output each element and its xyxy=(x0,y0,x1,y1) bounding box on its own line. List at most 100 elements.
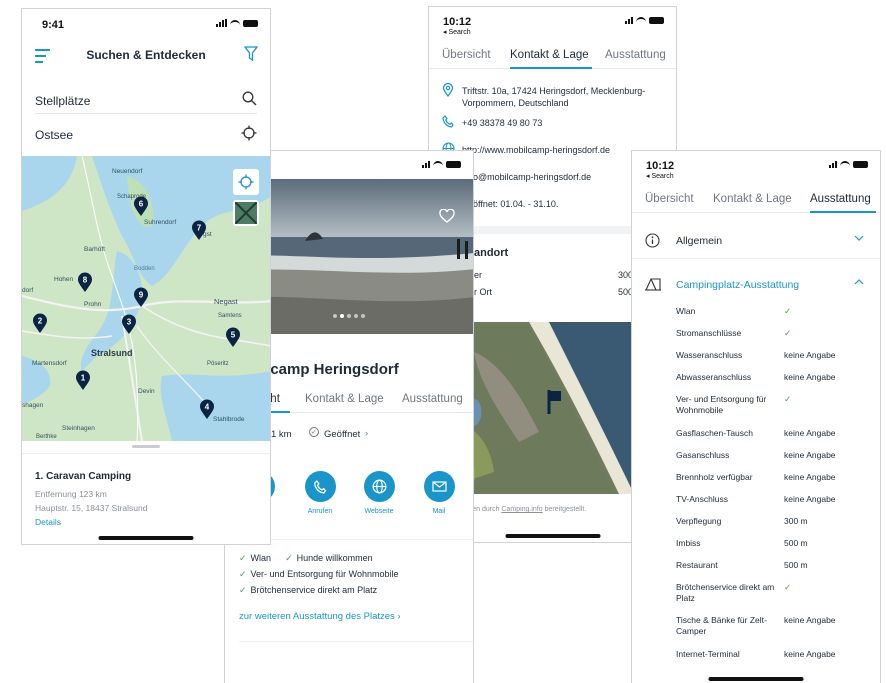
details-link[interactable]: Details xyxy=(35,517,61,527)
map-marker[interactable]: 2 xyxy=(32,313,48,339)
status-bar: 10:12 ◂ Search xyxy=(632,151,880,180)
svg-text:9: 9 xyxy=(139,291,144,300)
battery-icon xyxy=(649,17,664,24)
status-icons xyxy=(422,161,461,168)
phone-icon xyxy=(313,479,327,494)
map-marker[interactable]: 4 xyxy=(199,399,215,425)
map-pin-icon[interactable] xyxy=(547,390,563,419)
map-label: Samtens xyxy=(218,313,242,319)
map-view[interactable]: Neuendorf Schaprode Suhrendorf Barhöft H… xyxy=(22,156,270,441)
nav-bar: Suchen & Entdecken xyxy=(22,41,270,71)
satellite-layer-icon xyxy=(235,202,257,224)
map-marker[interactable]: 7 xyxy=(191,220,207,246)
website-button[interactable]: Webseite xyxy=(354,471,404,515)
chevron-right-icon: › xyxy=(365,428,369,439)
location-input[interactable]: Ostsee xyxy=(35,120,257,148)
tab-contact[interactable]: Kontakt & Lage xyxy=(713,193,792,205)
phone-icon xyxy=(442,115,454,128)
feature-row: ✓ Brötchenservice direkt am Platz xyxy=(239,585,398,601)
wifi-icon xyxy=(840,161,850,168)
tab-amenities[interactable]: Ausstattung xyxy=(402,393,463,405)
map-label: Neuendorf xyxy=(112,168,143,175)
feature-item: ✓ Wlan xyxy=(239,553,272,563)
filter-icon[interactable] xyxy=(244,46,258,62)
map-marker[interactable]: 3 xyxy=(121,314,137,340)
battery-icon xyxy=(853,161,868,168)
map-label: Pöseritz xyxy=(207,361,229,367)
wifi-icon xyxy=(636,17,646,24)
signal-icon xyxy=(216,19,227,27)
signal-icon xyxy=(422,161,430,168)
tab-amenities[interactable]: Ausstattung xyxy=(605,49,666,61)
back-to-search-link[interactable]: ◂ Search xyxy=(443,28,471,36)
detail-tabs: Übersicht Kontakt & Lage Ausstattung xyxy=(632,187,880,213)
search-screen: 9:41 Suchen & Entdecken Stellplätze Osts… xyxy=(21,8,271,545)
accordion-campsite-label: Campingplatz-Ausstattung xyxy=(676,279,800,291)
distance-row-label: r Ort xyxy=(474,287,492,297)
feature-item: ✓ Brötchenservice direkt am Platz xyxy=(239,585,378,595)
photo-pager-dots xyxy=(333,314,365,318)
camping-info-link[interactable]: Camping.info xyxy=(501,506,542,513)
tab-overview[interactable]: Übersicht xyxy=(645,193,694,205)
svg-text:8: 8 xyxy=(83,276,88,285)
crosshair-icon[interactable] xyxy=(241,125,257,141)
map-label: Barhöft xyxy=(84,246,105,253)
accordion-general[interactable]: Allgemein xyxy=(632,223,880,259)
address-row[interactable]: Triftstr. 10a, 17424 Heringsdorf, Meckle… xyxy=(442,83,666,113)
tab-overview[interactable]: Übersicht xyxy=(442,49,491,61)
battery-icon xyxy=(243,20,258,27)
chevron-right-icon: › xyxy=(397,611,401,622)
feature-row: ✓ Ver- und Entsorgung für Wohnmobile xyxy=(239,569,398,585)
status-time: 10:12 xyxy=(646,160,675,172)
address-text: Triftstr. 10a, 17424 Heringsdorf, Meckle… xyxy=(462,86,646,108)
active-tab-indicator xyxy=(810,211,876,213)
sheet-grabber[interactable] xyxy=(132,445,160,448)
wifi-icon xyxy=(433,161,443,168)
accordion-campsite-amenities[interactable]: Campingplatz-Ausstattung xyxy=(632,267,880,303)
tab-contact[interactable]: Kontakt & Lage xyxy=(510,49,589,61)
more-amenities-link[interactable]: zur weiteren Ausstattung des Platzes › xyxy=(239,611,401,622)
home-indicator xyxy=(708,677,804,681)
map-marker[interactable]: 9 xyxy=(133,287,149,313)
mail-button[interactable]: Mail xyxy=(414,471,464,515)
map-label: shagen xyxy=(22,402,44,409)
map-label: dorf xyxy=(22,287,34,294)
tab-amenities[interactable]: Ausstattung xyxy=(810,193,871,205)
home-indicator xyxy=(98,536,194,540)
status-icons xyxy=(829,161,868,168)
map-label: Prohn xyxy=(84,301,102,308)
phone-text: +49 38378 49 80 73 xyxy=(462,118,543,128)
svg-text:6: 6 xyxy=(139,200,144,209)
status-icons xyxy=(216,19,258,27)
result-title[interactable]: 1. Caravan Camping xyxy=(35,471,131,482)
map-marker[interactable]: 5 xyxy=(225,327,241,353)
data-credit: rden durch Camping.info bereitgestellt. xyxy=(466,506,587,513)
tab-contact[interactable]: Kontakt & Lage xyxy=(305,393,384,405)
search-icon[interactable] xyxy=(242,91,257,106)
result-distance: Entfernung 123 km xyxy=(35,489,107,499)
active-tab-indicator xyxy=(510,67,592,69)
feature-item: ✓ Hunde willkommen xyxy=(285,553,373,563)
result-sheet[interactable]: 1. Caravan Camping Entfernung 123 km Hau… xyxy=(22,441,270,544)
open-status[interactable]: Geöffnet xyxy=(324,429,360,440)
locate-me-button[interactable] xyxy=(233,169,259,195)
svg-text:7: 7 xyxy=(197,224,202,233)
map-layer-button[interactable] xyxy=(233,200,259,226)
result-address: Hauptstr. 15, 18437 Stralsund xyxy=(35,503,148,513)
wifi-icon xyxy=(230,20,240,27)
checkmark-icon: ✓ xyxy=(784,582,792,592)
globe-icon xyxy=(372,479,386,494)
phone-row[interactable]: +49 38378 49 80 73 xyxy=(442,115,666,135)
mail-icon xyxy=(431,481,447,492)
info-icon xyxy=(645,233,660,248)
battery-icon xyxy=(446,161,461,168)
search-input[interactable]: Stellplätze xyxy=(35,86,257,114)
back-to-search-link[interactable]: ◂ Search xyxy=(646,172,674,180)
call-button[interactable]: Anrufen xyxy=(295,471,345,515)
feature-row: ✓ Wlan ✓ Hunde willkommen xyxy=(239,553,398,569)
favorite-heart-icon[interactable] xyxy=(439,208,455,228)
map-marker[interactable]: 1 xyxy=(75,370,91,396)
location-input-label: Ostsee xyxy=(35,128,74,142)
map-marker[interactable]: 6 xyxy=(133,196,149,222)
map-marker[interactable]: 8 xyxy=(77,272,93,298)
